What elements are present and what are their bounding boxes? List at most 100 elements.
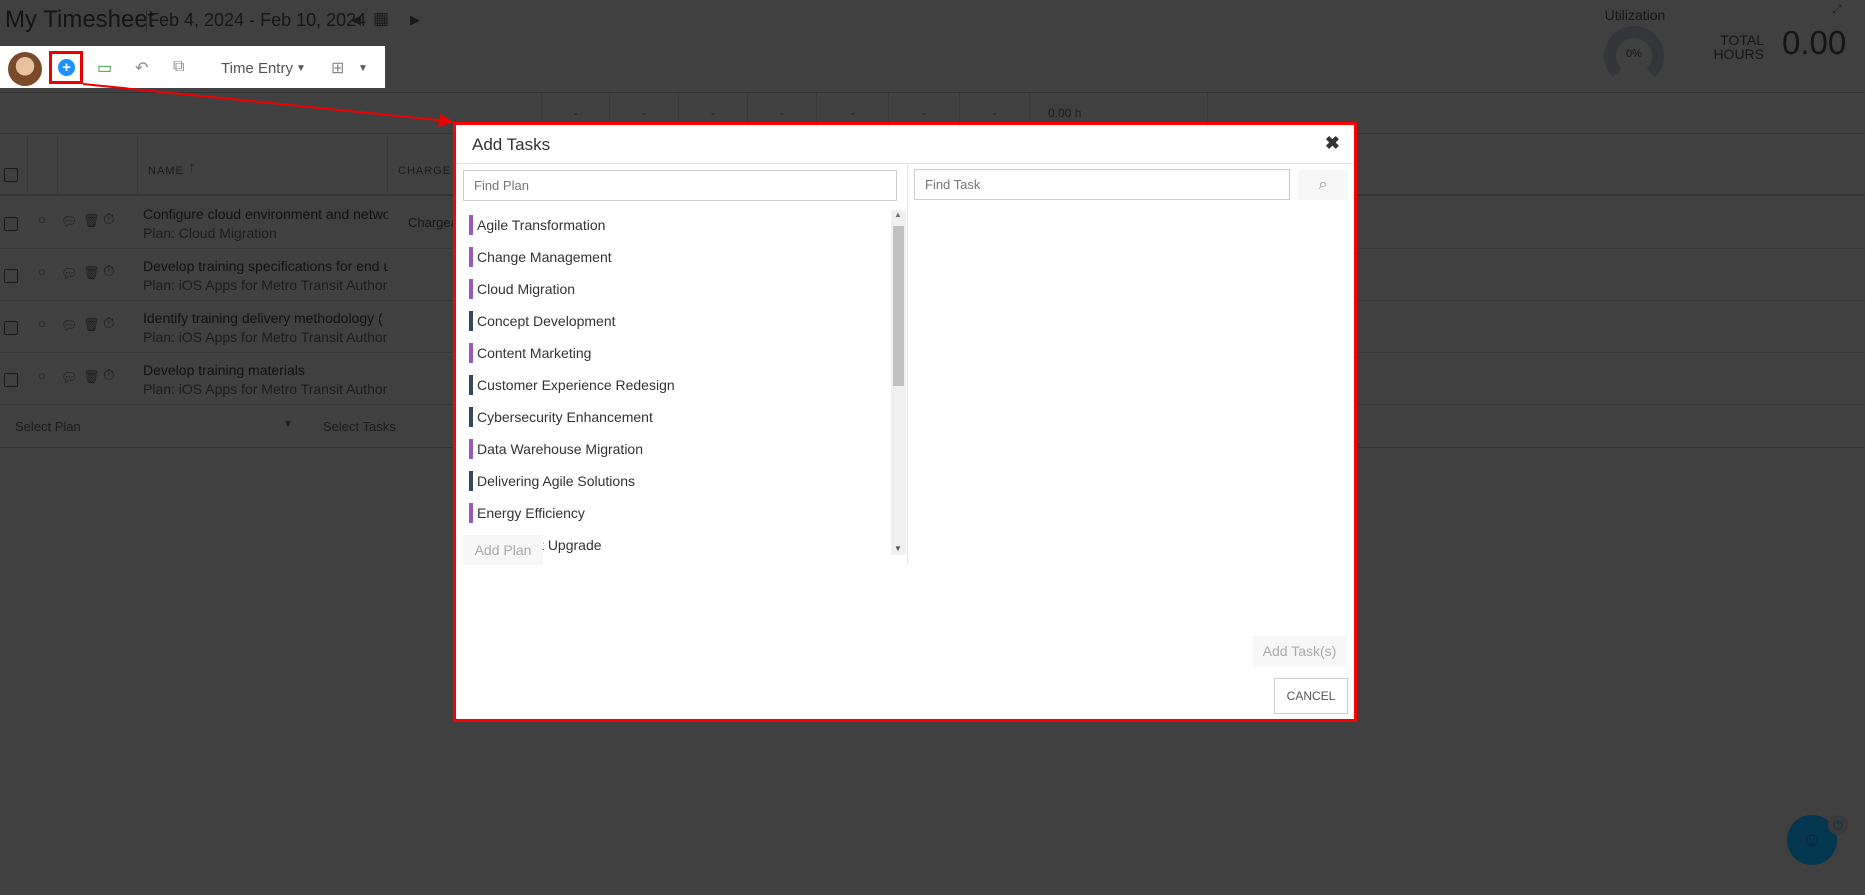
power-icon[interactable]: ⏻	[1828, 815, 1848, 835]
status-circle-icon[interactable]: ○	[38, 316, 46, 331]
column-header-name[interactable]: NAME	[148, 165, 184, 177]
plan-color-bar	[469, 439, 473, 459]
expand-icon[interactable]: ⤢	[1832, 2, 1842, 17]
utilization-label: Utilization	[1604, 7, 1666, 23]
plan-name: Customer Experience Redesign	[477, 377, 675, 393]
timer-icon[interactable]: ⏱︎	[103, 315, 115, 332]
scrollbar-thumb[interactable]	[893, 226, 904, 386]
find-plan-input[interactable]	[463, 170, 897, 201]
trash-icon[interactable]: 🗑︎	[83, 317, 100, 333]
comment-icon[interactable]: 💬︎	[61, 370, 78, 386]
prev-week-icon[interactable]: ◀	[351, 12, 361, 28]
sort-asc-icon[interactable]: ↑	[188, 159, 196, 176]
plan-list-item[interactable]: Data Warehouse Migration	[469, 439, 643, 471]
date-range: Feb 4, 2024 - Feb 10, 2024	[148, 10, 367, 30]
divider	[456, 163, 1354, 164]
comment-icon[interactable]: 💬︎	[61, 318, 78, 334]
task-plan: Plan: Cloud Migration	[143, 225, 277, 241]
plan-name: Cloud Migration	[477, 281, 576, 297]
plan-color-bar	[469, 375, 473, 395]
plan-name: Delivering Agile Solutions	[477, 473, 635, 489]
layout-grid-icon[interactable]: ⊞	[331, 58, 344, 78]
chevron-down-icon[interactable]: ▼	[283, 419, 293, 430]
view-dropdown[interactable]: Time Entry	[221, 60, 293, 77]
plan-list-item[interactable]: Energy Efficiency	[469, 503, 585, 535]
plan-name: Agile Transformation	[477, 217, 606, 233]
scroll-down-icon[interactable]: ▼	[894, 544, 902, 553]
search-icon[interactable]: ⌕	[1298, 170, 1348, 200]
plan-name: Cybersecurity Enhancement	[477, 409, 653, 425]
trash-icon[interactable]: 🗑︎	[83, 213, 100, 229]
copy-icon[interactable]: ⧉	[173, 58, 184, 76]
task-title[interactable]: Identify training delivery methodology (	[143, 310, 388, 326]
select-tasks-dropdown[interactable]: Select Tasks	[323, 419, 396, 434]
cancel-button[interactable]: CANCEL	[1274, 678, 1348, 714]
undo-icon[interactable]: ↶	[135, 58, 148, 78]
plan-color-bar	[469, 247, 473, 267]
add-tasks-button[interactable]: Add Task(s)	[1253, 636, 1346, 666]
avatar[interactable]	[8, 52, 42, 86]
plan-color-bar	[469, 311, 473, 331]
utilization-value: 0%	[1626, 48, 1642, 60]
divider	[146, 10, 147, 32]
charge-type: Chargea	[408, 215, 458, 230]
task-title[interactable]: Develop training materials	[143, 362, 388, 378]
calendar-move-icon[interactable]: ▭	[97, 58, 112, 78]
plan-name: Energy Efficiency	[477, 505, 585, 521]
highlight-box	[49, 51, 83, 84]
plan-list-item[interactable]: Concept Development	[469, 311, 616, 343]
next-week-icon[interactable]: ▶	[410, 12, 420, 28]
plan-list: Agile Transformation Change Management Clo…	[456, 209, 906, 554]
task-title[interactable]: Configure cloud environment and netwo	[143, 206, 388, 222]
chevron-down-icon[interactable]: ▼	[358, 63, 368, 74]
column-divider	[387, 135, 388, 195]
row-checkbox[interactable]	[4, 217, 18, 231]
comment-icon[interactable]: 💬︎	[61, 214, 78, 230]
plan-color-bar	[469, 215, 473, 235]
plan-list-item[interactable]: Agile Transformation	[469, 215, 605, 247]
task-plan: Plan: iOS Apps for Metro Transit Author	[143, 277, 388, 293]
row-checkbox[interactable]	[4, 321, 18, 335]
plan-list-item[interactable]: Cybersecurity Enhancement	[469, 407, 653, 439]
add-tasks-dialog: Add Tasks ✖ Agile Transformation Change M…	[453, 122, 1357, 722]
timer-icon[interactable]: ⏱︎	[103, 211, 115, 228]
column-divider	[137, 135, 138, 195]
select-all-checkbox[interactable]	[4, 168, 18, 182]
task-plan: Plan: iOS Apps for Metro Transit Author	[143, 381, 388, 397]
plan-list-item[interactable]: Content Marketing	[469, 343, 591, 375]
plan-name: Data Warehouse Migration	[477, 441, 644, 457]
add-plan-button[interactable]: Add Plan	[463, 535, 543, 565]
timer-icon[interactable]: ⏱︎	[103, 367, 115, 384]
row-checkbox[interactable]	[4, 269, 18, 283]
comment-icon[interactable]: 💬︎	[61, 266, 78, 282]
status-circle-icon[interactable]: ○	[38, 212, 46, 227]
total-hours-label: TOTAL HOURS	[1712, 33, 1764, 61]
trash-icon[interactable]: 🗑︎	[83, 369, 100, 385]
scroll-up-icon[interactable]: ▲	[894, 210, 902, 219]
task-title[interactable]: Develop training specifications for end …	[143, 258, 388, 274]
find-task-input[interactable]	[914, 169, 1290, 200]
trash-icon[interactable]: 🗑︎	[83, 265, 100, 281]
calendar-icon[interactable]: ▦	[373, 9, 389, 29]
select-plan-dropdown[interactable]: Select Plan	[15, 419, 81, 434]
column-divider	[57, 135, 58, 195]
plan-list-item[interactable]: Cloud Migration	[469, 279, 575, 311]
plan-list-item[interactable]: Customer Experience Redesign	[469, 375, 675, 407]
scrollbar[interactable]: ▲ ▼	[891, 210, 906, 555]
plan-list-item[interactable]: Delivering Agile Solutions	[469, 471, 635, 503]
page-title: My Timesheet	[5, 6, 155, 33]
plan-color-bar	[469, 343, 473, 363]
plan-name: Concept Development	[477, 313, 616, 329]
close-icon[interactable]: ✖	[1325, 133, 1340, 154]
total-hours-value: 0.00	[1782, 24, 1847, 61]
status-circle-icon[interactable]: ○	[38, 264, 46, 279]
plan-color-bar	[469, 407, 473, 427]
status-circle-icon[interactable]: ○	[38, 368, 46, 383]
chevron-down-icon[interactable]: ▼	[296, 63, 306, 74]
dialog-title: Add Tasks	[472, 135, 551, 154]
plan-color-bar	[469, 471, 473, 491]
plan-list-item[interactable]: Change Management	[469, 247, 612, 279]
timer-icon[interactable]: ⏱︎	[103, 263, 115, 280]
plan-color-bar	[469, 279, 473, 299]
row-checkbox[interactable]	[4, 373, 18, 387]
